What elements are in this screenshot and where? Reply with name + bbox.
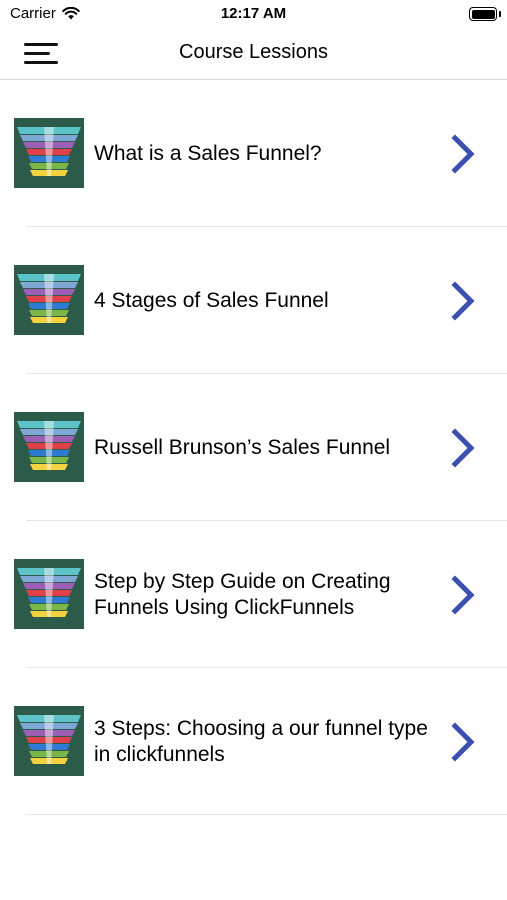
funnel-thumbnail-icon: [14, 265, 84, 335]
navigation-bar: Course Lessions: [0, 28, 507, 80]
funnel-thumbnail-icon: [14, 412, 84, 482]
funnel-thumbnail-icon: [14, 706, 84, 776]
lesson-row[interactable]: Russell Brunson’s Sales Funnel: [0, 374, 507, 521]
battery-cap: [499, 11, 501, 17]
chevron-right-icon[interactable]: [451, 574, 475, 615]
lesson-row[interactable]: 3 Steps: Choosing a our funnel type in c…: [0, 668, 507, 815]
lesson-row[interactable]: What is a Sales Funnel?: [0, 80, 507, 227]
lesson-title: 3 Steps: Choosing a our funnel type in c…: [94, 716, 428, 766]
funnel-thumbnail-icon: [14, 118, 84, 188]
lesson-title: What is a Sales Funnel?: [94, 141, 322, 165]
lesson-title: 4 Stages of Sales Funnel: [94, 288, 329, 312]
status-time: 12:17 AM: [220, 5, 287, 22]
page-title: Course Lessions: [179, 41, 328, 63]
lesson-title: Step by Step Guide on Creating Funnels U…: [94, 569, 391, 619]
funnel-thumbnail-icon: [14, 559, 84, 629]
chevron-right-icon[interactable]: [451, 133, 475, 174]
chevron-right-icon[interactable]: [451, 280, 475, 321]
lesson-list: What is a Sales Funnel? 4 Stages of Sales…: [0, 80, 507, 815]
chevron-right-icon[interactable]: [451, 721, 475, 762]
battery-icon: [469, 7, 497, 21]
lesson-title: Russell Brunson’s Sales Funnel: [94, 435, 391, 459]
status-bar: Carrier 12:17 AM: [0, 0, 507, 28]
lesson-row[interactable]: Step by Step Guide on Creating Funnels U…: [0, 521, 507, 668]
chevron-right-icon[interactable]: [451, 427, 475, 468]
lesson-row[interactable]: 4 Stages of Sales Funnel: [0, 227, 507, 374]
